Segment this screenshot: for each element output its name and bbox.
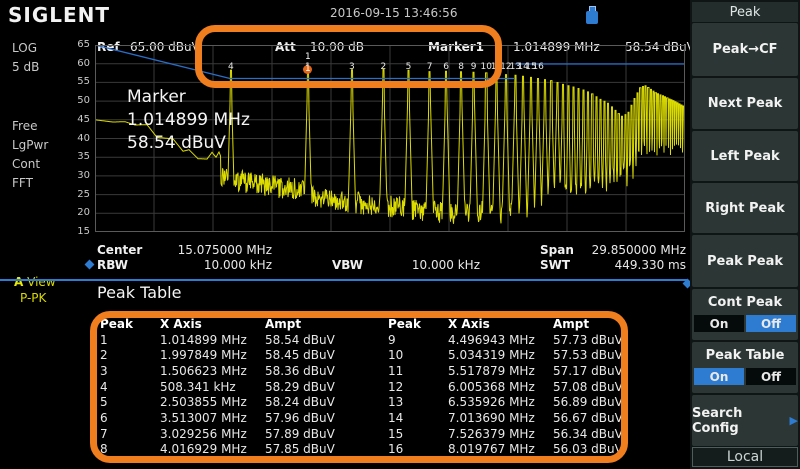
table-row: 63.513007 MHz57.96 dBuV [100,410,375,426]
y-tick-label: 50 [68,95,90,106]
table-row: 52.503855 MHz58.24 dBuV [100,394,375,410]
peak-table-title: Peak Table [97,283,181,302]
softkey-panel: Peak Peak→CF Next Peak Left Peak Right P… [690,0,800,469]
peak-to-cf-button[interactable]: Peak→CF [692,23,798,76]
cont-peak-label: Cont Peak [708,295,782,310]
table-row: 147.013690 MHz56.67 dBuV [388,410,663,426]
marker1-dot-number: 1 [305,64,311,74]
peak-table-button[interactable]: Peak Table On Off [692,342,798,393]
peak-number-label: 9 [471,62,477,72]
left-peak-button[interactable]: Left Peak [692,131,798,181]
status-trigger: Free [12,119,37,133]
y-tick-label: 35 [68,151,90,162]
peak-table-label: Peak Table [706,348,785,363]
y-tick-label: 25 [68,189,90,200]
status-lgpwr: LgPwr [12,138,48,152]
y-tick-label: 45 [68,114,90,125]
local-button[interactable]: Local [692,447,798,467]
peak-peak-button[interactable]: Peak Peak [692,235,798,287]
rbw-value: 10.000 kHz [150,258,272,272]
center-value: 15.075000 MHz [150,243,272,257]
y-tick-label: 20 [68,207,90,218]
vbw-value: 10.000 kHz [360,258,480,272]
table-row: 126.005368 MHz57.08 dBuV [388,379,663,395]
trace-a-view-label: A View [14,275,56,289]
y-tick-label: 40 [68,133,90,144]
rbw-label: RBW [97,258,128,272]
search-config-label: Search Config [692,406,784,436]
next-peak-button[interactable]: Next Peak [692,78,798,129]
span-value: 29.850000 MHz [564,243,686,257]
table-row: 21.997849 MHz58.45 dBuV [100,347,375,363]
peak-number-label: 8 [458,62,464,72]
menu-title: Peak [692,2,798,22]
y-tick-label: 55 [68,76,90,87]
table-row: 4508.341 kHz58.29 dBuV [100,379,375,395]
vbw-label: VBW [332,258,363,272]
y-tick-label: 15 [68,226,90,237]
peak-table-left: PeakX AxisAmpt11.014899 MHz58.54 dBuV21.… [100,316,375,457]
submenu-arrow-icon: ▶ [790,414,798,427]
cont-peak-on-toggle[interactable]: On [694,315,744,332]
table-row: 157.526379 MHz56.34 dBuV [388,426,663,442]
table-header-row: PeakX AxisAmpt [100,316,375,332]
right-peak-button[interactable]: Right Peak [692,183,798,233]
peak-table-right: PeakX AxisAmpt94.496943 MHz57.73 dBuV105… [388,316,663,457]
peak-number-label: 3 [349,62,355,72]
peak-number-label: 5 [406,62,412,72]
cont-peak-off-toggle[interactable]: Off [746,315,796,332]
detector-label: P-PK [20,291,46,305]
datetime-label: 2016-09-15 13:46:56 [330,6,457,20]
table-row: 136.535926 MHz56.89 dBuV [388,394,663,410]
spectrum-analyzer-screen: SIGLENT 2016-09-15 13:46:56 LOG 5 dB Fre… [0,0,800,469]
peak-number-label: 6 [443,62,449,72]
usb-icon [586,6,598,24]
marker-info-ampl: 58.54 dBuV [127,132,250,155]
marker-info-title: Marker [127,86,250,109]
status-log: LOG [12,41,37,55]
swt-value: 449.330 ms [564,258,686,272]
y-tick-label: 60 [68,58,90,69]
y-tick-label: 65 [68,39,90,50]
peak-table-off-toggle[interactable]: Off [746,368,796,385]
table-row: 73.029256 MHz57.89 dBuV [100,426,375,442]
peak-number-label: 7 [427,62,433,72]
peak-number-label: 16 [532,62,543,72]
table-row: 11.014899 MHz58.54 dBuV [100,332,375,348]
peak-number-label: 2 [380,62,386,72]
peak-table-on-toggle[interactable]: On [694,368,744,385]
cont-peak-button[interactable]: Cont Peak On Off [692,289,798,340]
marker-info-freq: 1.014899 MHz [127,109,250,132]
table-row: 168.019767 MHz56.03 dBuV [388,442,663,458]
marker-info-readout: Marker 1.014899 MHz 58.54 dBuV [127,86,250,155]
marker1-top-number: 1 [305,52,311,62]
peak-number-label: 4 [228,62,234,72]
table-row: 84.016929 MHz57.85 dBuV [100,442,375,458]
status-scale: 5 dB [12,60,39,74]
table-header-row: PeakX AxisAmpt [388,316,663,332]
center-label: Center [97,243,142,257]
table-row: 31.506623 MHz58.36 dBuV [100,363,375,379]
status-fft: FFT [12,176,33,190]
table-row: 115.517879 MHz57.17 dBuV [388,363,663,379]
table-row: 105.034319 MHz57.53 dBuV [388,347,663,363]
siglent-logo: SIGLENT [8,3,110,27]
rbw-diamond-icon [85,260,95,270]
separator-line [0,279,688,281]
y-tick-label: 30 [68,170,90,181]
search-config-button[interactable]: Search Config ▶ [692,395,798,446]
status-cont: Cont [12,157,40,171]
table-row: 94.496943 MHz57.73 dBuV [388,332,663,348]
